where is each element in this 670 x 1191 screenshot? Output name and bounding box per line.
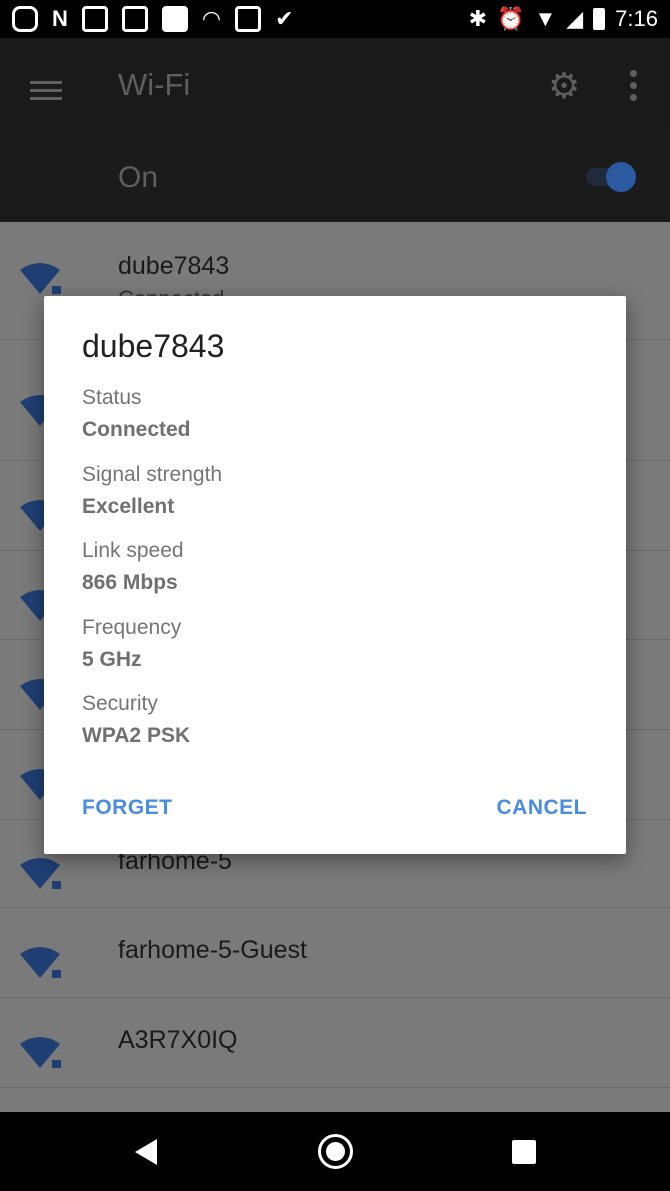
network-name: dube7843 <box>118 252 230 280</box>
task-icon: ✔ <box>275 6 294 31</box>
wifi-signal-icon <box>20 263 61 294</box>
wifi-toggle-switch[interactable] <box>586 162 636 192</box>
wifi-toggle-bar: On <box>0 131 670 222</box>
gallery-icon <box>235 6 262 32</box>
dialog-title: dube7843 <box>82 328 225 364</box>
gmail-icon <box>81 6 108 32</box>
wifi-signal-icon: ▼ <box>534 6 557 31</box>
network-name: farhome-5-Guest <box>118 936 307 964</box>
wifi-toggle-label: On <box>118 161 159 194</box>
field-label: Link speed <box>82 539 184 562</box>
wifi-signal-icon <box>20 858 61 889</box>
wifi-signal-icon <box>20 947 61 978</box>
field-label: Status <box>82 386 142 409</box>
field-label: Security <box>82 692 158 715</box>
menu-icon[interactable] <box>30 76 62 105</box>
field-frequency: Frequency 5 GHz <box>82 616 181 672</box>
network-name: A3R7X0IQ <box>118 1026 238 1054</box>
cell-signal-icon: ◢ <box>566 6 584 31</box>
field-value: WPA2 PSK <box>82 724 191 747</box>
field-label: Frequency <box>82 616 182 639</box>
forget-button[interactable]: FORGET <box>82 796 173 820</box>
app-bar: Wi-Fi ⚙ <box>0 38 670 131</box>
photos-icon <box>161 6 188 32</box>
navigation-bar <box>0 1112 670 1191</box>
page-title: Wi-Fi <box>118 66 191 102</box>
wifi-signal-icon <box>20 1037 61 1068</box>
field-security: Security WPA2 PSK <box>82 692 190 748</box>
network-details-dialog: dube7843 Status Connected Signal strength… <box>44 296 626 854</box>
field-value: Connected <box>82 418 191 441</box>
field-signal-strength: Signal strength Excellent <box>82 463 222 519</box>
field-link-speed: Link speed 866 Mbps <box>82 539 184 595</box>
network-row[interactable]: A3R7X0IQ <box>0 998 670 1088</box>
recents-icon[interactable] <box>512 1140 536 1164</box>
field-status: Status Connected <box>82 386 191 442</box>
more-options-icon[interactable] <box>630 70 638 106</box>
status-bar: N ◠ ✔ ✱ ⏰ ▼ ◢ 7:16 <box>0 0 670 38</box>
back-icon[interactable] <box>135 1139 157 1165</box>
field-value: 5 GHz <box>82 648 142 671</box>
network-row[interactable]: farhome-5-Guest <box>0 908 670 998</box>
clock: 7:16 <box>615 6 658 31</box>
cancel-button[interactable]: CANCEL <box>497 796 588 820</box>
field-value: 866 Mbps <box>82 571 178 594</box>
field-value: Excellent <box>82 495 175 518</box>
notification-circle-icon <box>12 6 38 32</box>
wifi-icon: ◠ <box>201 6 222 31</box>
news-icon <box>121 6 148 32</box>
gear-icon[interactable]: ⚙ <box>548 68 580 104</box>
netflix-icon: N <box>52 6 68 31</box>
home-icon[interactable] <box>318 1134 353 1169</box>
battery-icon <box>593 8 606 30</box>
alarm-icon: ⏰ <box>497 6 525 31</box>
bluetooth-icon: ✱ <box>468 6 488 31</box>
field-label: Signal strength <box>82 463 223 486</box>
